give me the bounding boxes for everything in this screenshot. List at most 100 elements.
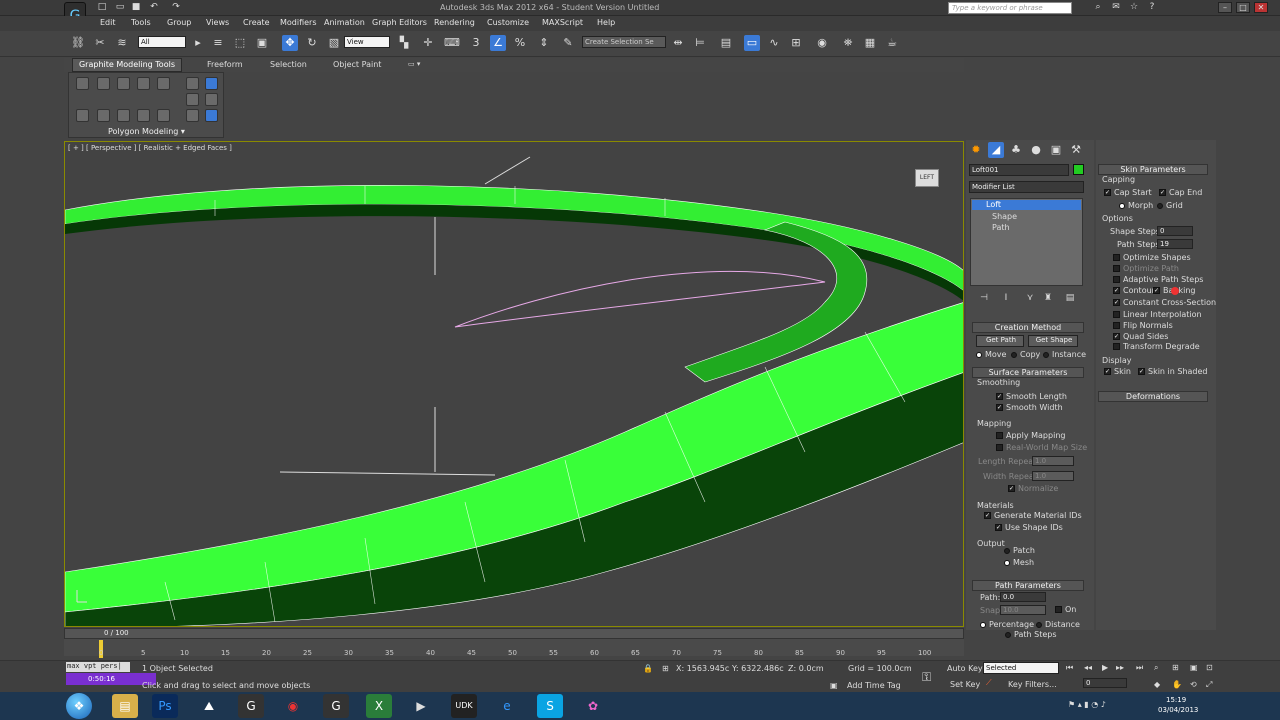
skin-in-shaded-checkbox[interactable]: ✓ Skin in Shaded: [1138, 367, 1208, 376]
previous-frame-icon[interactable]: ◂◂: [1084, 663, 1092, 672]
go-to-start-icon[interactable]: ⏮: [1066, 663, 1073, 673]
ribbon-button-icon[interactable]: [117, 109, 130, 122]
path-steps-spinner[interactable]: 19: [1157, 239, 1193, 249]
ribbon-button-icon[interactable]: [117, 77, 130, 90]
edit-named-selection-icon[interactable]: ✎: [560, 35, 576, 51]
unlink-icon[interactable]: ✂: [92, 35, 108, 51]
ribbon-button-icon[interactable]: [205, 77, 218, 90]
snaps-toggle-icon[interactable]: 3: [468, 35, 484, 51]
get-path-button[interactable]: Get Path: [976, 335, 1024, 347]
skype-icon[interactable]: S: [537, 694, 563, 718]
menu-edit[interactable]: Edit: [100, 18, 116, 27]
instance-radio[interactable]: Instance: [1043, 350, 1086, 359]
mesh-radio[interactable]: Mesh: [1004, 558, 1034, 567]
ribbon-button-icon[interactable]: [186, 77, 199, 90]
motion-tab-icon[interactable]: ●: [1028, 142, 1044, 158]
pan-view-icon[interactable]: ✋: [1172, 680, 1182, 689]
auto-key-button[interactable]: Auto Key: [947, 664, 983, 673]
make-unique-icon[interactable]: ⋎: [1022, 290, 1038, 306]
select-by-name-icon[interactable]: ≡: [210, 35, 226, 51]
lock-selection-icon[interactable]: 🔒: [643, 664, 653, 673]
ribbon-button-icon[interactable]: [97, 109, 110, 122]
menu-animation[interactable]: Animation: [324, 18, 365, 27]
contour-checkbox[interactable]: ✓ Contour: [1113, 286, 1155, 295]
maximize-button[interactable]: □: [1236, 2, 1250, 13]
transform-degrade-checkbox[interactable]: Transform Degrade: [1113, 342, 1200, 351]
ribbon-button-icon[interactable]: [157, 77, 170, 90]
clock-date[interactable]: 03/04/2013: [1158, 706, 1198, 714]
tab-selection[interactable]: Selection: [270, 60, 307, 69]
explorer-icon[interactable]: ▤: [112, 694, 138, 718]
stack-item-path[interactable]: Path: [992, 223, 1010, 232]
close-button[interactable]: ✕: [1254, 2, 1268, 13]
normalize-checkbox[interactable]: ✓ Normalize: [1008, 484, 1058, 493]
favorites-star-icon[interactable]: ☆: [1128, 1, 1140, 13]
media-player-icon[interactable]: ▶: [408, 694, 434, 718]
skin-checkbox[interactable]: ✓ Skin: [1104, 367, 1131, 376]
pivot-center-icon[interactable]: ▚: [396, 35, 412, 51]
schematic-view-icon[interactable]: ⊞: [788, 35, 804, 51]
manipulate-icon[interactable]: ✛: [420, 35, 436, 51]
reference-coordinate-dropdown[interactable]: View: [344, 36, 390, 48]
rendered-frame-window-icon[interactable]: ▦: [862, 35, 878, 51]
communication-center-icon[interactable]: ✉: [1110, 1, 1122, 13]
render-production-icon[interactable]: ☕: [884, 35, 900, 51]
stack-item-loft[interactable]: Loft: [972, 200, 1081, 210]
next-frame-icon[interactable]: ▸▸: [1116, 663, 1124, 672]
minimize-button[interactable]: –: [1218, 2, 1232, 13]
set-key-button[interactable]: Set Key: [950, 680, 980, 689]
mirror-icon[interactable]: ⇹: [670, 35, 686, 51]
real-world-map-size-checkbox[interactable]: Real-World Map Size: [996, 443, 1087, 452]
3ds-max-taskbar-icon[interactable]: G: [238, 694, 264, 718]
ribbon-button-icon[interactable]: [76, 77, 89, 90]
optimize-path-checkbox[interactable]: Optimize Path: [1113, 264, 1179, 273]
menu-graph-editors[interactable]: Graph Editors: [372, 18, 427, 27]
bind-space-warp-icon[interactable]: ≋: [114, 35, 130, 51]
menu-views[interactable]: Views: [206, 18, 229, 27]
key-set-dropdown[interactable]: Selected: [983, 662, 1059, 674]
tab-freeform[interactable]: Freeform: [207, 60, 243, 69]
ribbon-button-icon[interactable]: [205, 109, 218, 122]
align-icon[interactable]: ⊨: [692, 35, 708, 51]
undo-icon[interactable]: ↶: [148, 1, 160, 13]
z-coordinate[interactable]: Z: 0.0cm: [788, 664, 824, 673]
object-name-field[interactable]: Loft001: [969, 164, 1069, 176]
zoom-viewport-icon[interactable]: ⌕: [1154, 663, 1158, 673]
tab-object-paint[interactable]: Object Paint: [333, 60, 381, 69]
add-time-tag-button[interactable]: Add Time Tag: [847, 681, 901, 690]
hierarchy-tab-icon[interactable]: ♣: [1008, 142, 1024, 158]
ribbon-button-icon[interactable]: [186, 109, 199, 122]
flip-normals-checkbox[interactable]: Flip Normals: [1113, 321, 1173, 330]
tab-graphite-modeling-tools[interactable]: Graphite Modeling Tools: [72, 58, 182, 72]
path-parameters-rollout[interactable]: Path Parameters: [972, 580, 1084, 591]
move-icon[interactable]: ✥: [282, 35, 298, 51]
optimize-shapes-checkbox[interactable]: Optimize Shapes: [1113, 253, 1191, 262]
time-tag-icon[interactable]: ▣: [830, 681, 838, 690]
stack-item-shape[interactable]: Shape: [992, 212, 1017, 221]
remove-modifier-icon[interactable]: ♜: [1040, 290, 1056, 306]
viewcube-icon[interactable]: LEFT: [915, 169, 939, 187]
go-to-end-icon[interactable]: ⏭: [1136, 663, 1143, 673]
ribbon-button-icon[interactable]: [137, 77, 150, 90]
new-file-icon[interactable]: □: [96, 1, 108, 13]
curve-editor-icon[interactable]: ∿: [766, 35, 782, 51]
viewport-label[interactable]: [ + ] [ Perspective ] [ Realistic + Edge…: [68, 144, 232, 152]
windows-start-button[interactable]: ❖: [66, 693, 92, 719]
show-end-result-icon[interactable]: Ⅰ: [998, 290, 1014, 306]
save-icon[interactable]: ■: [130, 1, 142, 13]
3ds-max-2-taskbar-icon[interactable]: G: [323, 694, 349, 718]
rotate-icon[interactable]: ↻: [304, 35, 320, 51]
cap-start-checkbox[interactable]: ✓ Cap Start: [1104, 188, 1152, 197]
internet-explorer-icon[interactable]: e: [494, 694, 520, 718]
key-filters-button[interactable]: Key Filters...: [1008, 680, 1057, 689]
keyboard-shortcut-override-icon[interactable]: ⌨: [444, 35, 460, 51]
create-tab-icon[interactable]: ✹: [968, 142, 984, 158]
spinner-snap-icon[interactable]: ⇕: [536, 35, 552, 51]
percentage-radio[interactable]: Percentage: [980, 620, 1034, 629]
menu-customize[interactable]: Customize: [487, 18, 529, 27]
ribbon-button-icon[interactable]: [76, 109, 89, 122]
field-of-view-icon[interactable]: ◆: [1154, 680, 1160, 689]
absolute-mode-icon[interactable]: ⊞: [662, 664, 669, 673]
object-color-swatch[interactable]: [1073, 164, 1084, 175]
maximize-viewport-icon[interactable]: ⤢: [1206, 680, 1212, 690]
